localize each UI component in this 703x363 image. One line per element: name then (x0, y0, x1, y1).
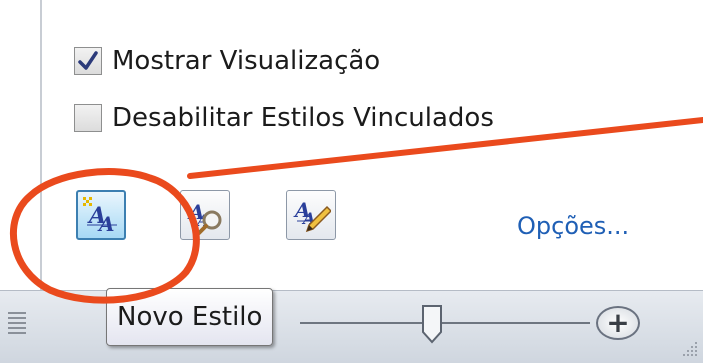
zoom-slider-track[interactable] (300, 322, 590, 324)
disable-linked-styles-checkbox[interactable] (74, 104, 102, 132)
zoom-in-button[interactable]: + (596, 306, 640, 340)
new-style-button[interactable]: A A (76, 190, 126, 240)
plus-icon: + (606, 306, 630, 339)
manage-styles-icon: A A (293, 198, 331, 233)
resize-grip-icon[interactable] (681, 340, 699, 358)
style-inspector-icon: A A (187, 200, 222, 235)
show-preview-label: Mostrar Visualização (112, 46, 381, 76)
show-preview-checkbox[interactable] (74, 47, 102, 75)
disable-linked-styles-label: Desabilitar Estilos Vinculados (112, 103, 494, 133)
disable-linked-styles-row[interactable]: Desabilitar Estilos Vinculados (74, 103, 494, 133)
grip-icon[interactable] (8, 312, 26, 336)
new-style-icon: A A (83, 197, 117, 235)
checkmark-icon (78, 51, 98, 70)
zoom-slider-thumb[interactable] (421, 304, 443, 344)
options-link[interactable]: Opções... (517, 212, 629, 240)
new-style-tooltip: Novo Estilo (106, 288, 274, 346)
manage-styles-button[interactable]: A A (286, 190, 336, 240)
show-preview-row[interactable]: Mostrar Visualização (74, 46, 380, 76)
styles-pane: Mostrar Visualização Desabilitar Estilos… (40, 0, 703, 290)
svg-text:A: A (97, 212, 115, 235)
style-inspector-button[interactable]: A A (180, 190, 230, 240)
